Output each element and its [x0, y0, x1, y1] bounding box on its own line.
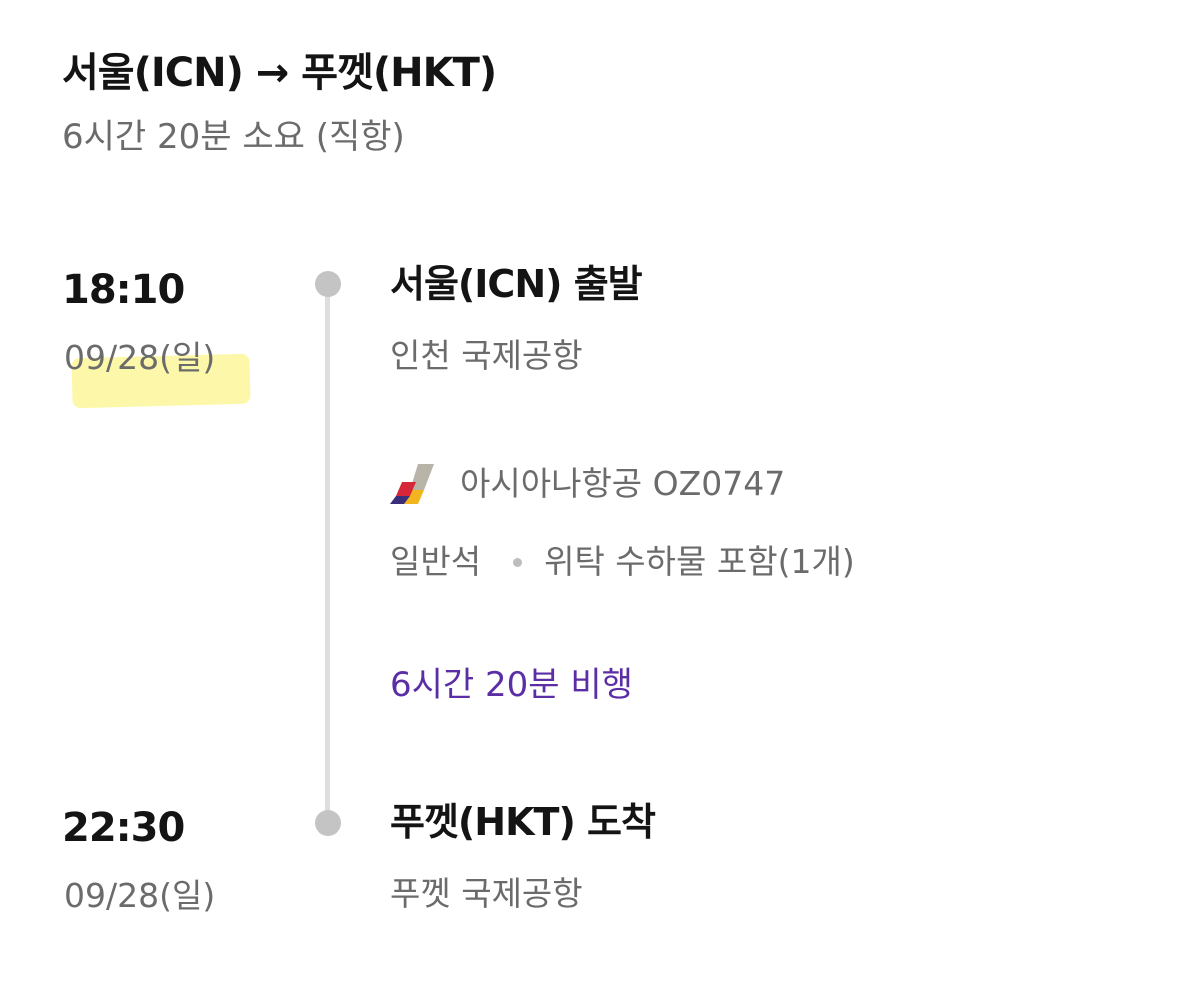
flight-duration: 6시간 20분 비행 — [390, 665, 633, 705]
cabin-class: 일반석 — [390, 542, 482, 581]
arrival-date: 09/28(일) — [64, 876, 216, 915]
departure-airport: 인천 국제공항 — [390, 336, 583, 375]
departure-place: 서울(ICN) 출발 — [390, 262, 643, 306]
route-title: 서울(ICN) → 푸껫(HKT) — [62, 50, 497, 96]
airline-name: 아시아나항공 OZ0747 — [460, 464, 786, 503]
route-summary: 6시간 20분 소요 (직항) — [62, 117, 405, 157]
arrival-airport: 푸껫 국제공항 — [390, 874, 583, 913]
separator-dot-icon — [513, 557, 523, 567]
departure-dot — [315, 271, 341, 297]
departure-time: 18:10 — [62, 267, 185, 313]
timeline-line — [325, 284, 330, 822]
arrival-dot — [315, 810, 341, 836]
cabin-baggage-row: 일반석 위탁 수하물 포함(1개) — [390, 538, 855, 586]
departure-date: 09/28(일) — [64, 338, 216, 377]
asiana-airlines-logo-icon — [390, 464, 434, 504]
baggage-info: 위탁 수하물 포함(1개) — [544, 542, 855, 581]
arrival-time: 22:30 — [62, 805, 185, 851]
arrival-place: 푸껫(HKT) 도착 — [390, 800, 656, 844]
airline-row: 아시아나항공 OZ0747 — [388, 460, 785, 508]
